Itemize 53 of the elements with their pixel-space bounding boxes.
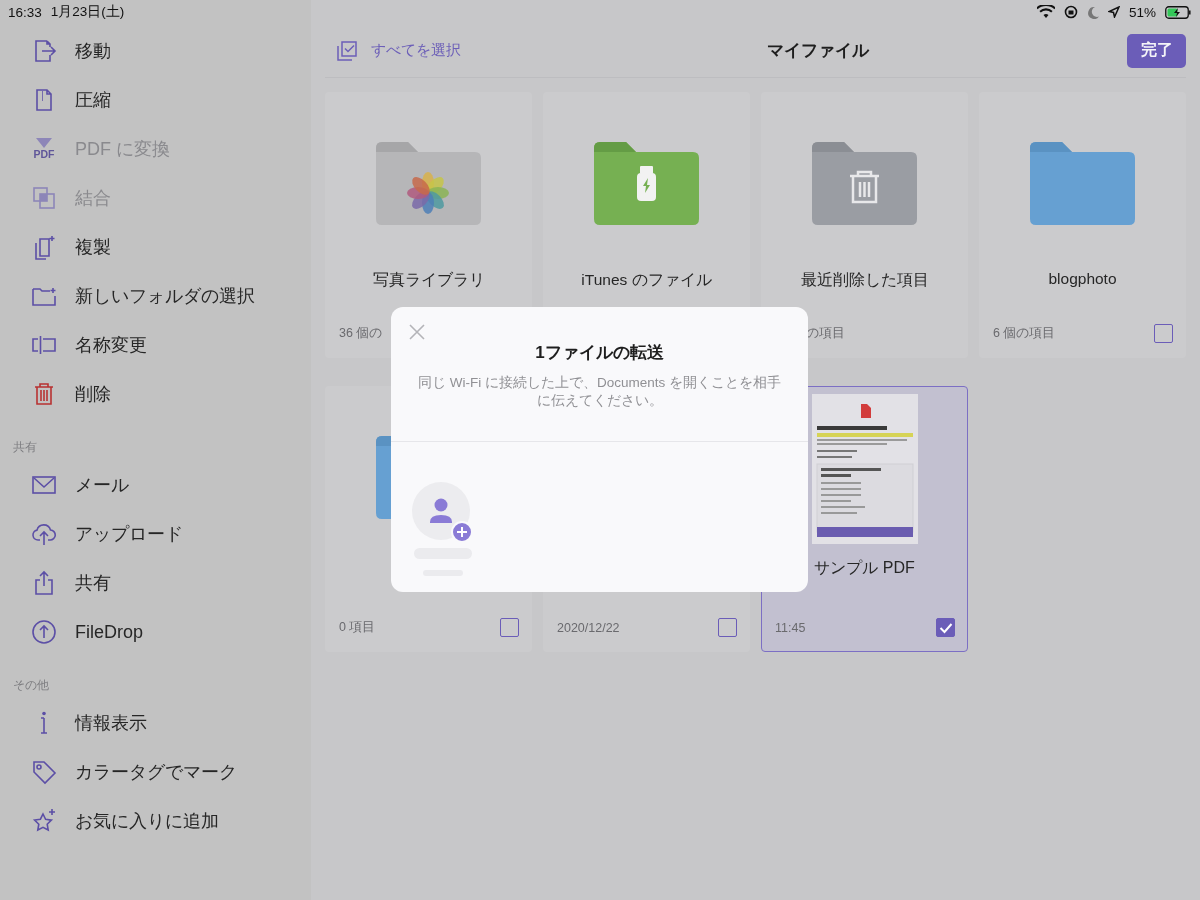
tag-icon <box>31 759 57 785</box>
file-name: サンプル PDF <box>813 558 916 578</box>
photos-folder-icon <box>376 140 481 225</box>
sidebar-item[interactable]: 複製 <box>0 226 311 268</box>
sidebar-item[interactable]: 名称変更 <box>0 324 311 366</box>
battery-percentage: 51% <box>1128 4 1156 20</box>
file-info: 11:45 <box>775 620 806 635</box>
sidebar-item[interactable]: 削除 <box>0 373 311 415</box>
usb-folder-icon <box>594 140 699 225</box>
info-icon <box>39 710 49 736</box>
merge-icon <box>31 185 57 211</box>
file-name: iTunes のファイル <box>580 270 713 290</box>
checkbox[interactable] <box>718 618 737 637</box>
file-info: 36 個の <box>339 325 383 342</box>
status-date: 1月23日(土) <box>50 3 125 21</box>
sidebar-item[interactable]: 情報表示 <box>0 702 311 744</box>
sidebar-item[interactable]: FileDrop <box>0 611 311 653</box>
moon-icon <box>1086 5 1099 19</box>
sidebar-item[interactable]: 圧縮 <box>0 79 311 121</box>
battery-charging-icon <box>1165 5 1192 19</box>
sidebar-item[interactable]: お気に入りに追加 <box>0 800 311 842</box>
page-title: マイファイル <box>767 40 869 62</box>
file-info: 6 個の項目 <box>993 325 1056 342</box>
status-time: 16:33 <box>8 4 42 20</box>
file-name: blogphoto <box>1047 270 1118 289</box>
sidebar-item[interactable]: 移動 <box>0 30 311 72</box>
rotation-lock-icon <box>1063 5 1078 19</box>
sidebar-item[interactable]: メール <box>0 464 311 506</box>
close-icon[interactable] <box>409 324 425 340</box>
file-info: 0 項目 <box>339 619 376 636</box>
file-card[interactable]: blogphoto 6 個の項目 <box>979 92 1186 358</box>
select-all-icon <box>336 39 358 62</box>
checkbox[interactable] <box>1154 324 1173 343</box>
file-info: 2020/12/22 <box>557 620 620 635</box>
done-button[interactable]: 完了 <box>1127 33 1186 68</box>
star-icon <box>31 808 57 834</box>
file-name: 最近削除した項目 <box>799 270 930 290</box>
checkbox[interactable] <box>500 618 519 637</box>
location-arrow-icon <box>1107 6 1120 18</box>
cloud-upload-icon <box>31 521 57 547</box>
section-header: 共有 <box>12 439 38 456</box>
trash-folder-icon <box>812 140 917 225</box>
file-name: 写真ライブラリ <box>371 270 486 290</box>
wifi-icon <box>1036 5 1055 19</box>
sidebar-item[interactable]: 新しいフォルダの選択 <box>0 275 311 317</box>
section-header: その他 <box>12 677 50 694</box>
folder-icon <box>1030 140 1135 225</box>
sidebar-item[interactable]: 共有 <box>0 562 311 604</box>
add-contact-icon <box>412 482 474 544</box>
upload-circle-icon <box>31 619 57 645</box>
sidebar-item[interactable]: アップロード <box>0 513 311 555</box>
sidebar-item[interactable]: カラータグでマーク <box>0 751 311 793</box>
checkbox[interactable] <box>936 618 955 637</box>
